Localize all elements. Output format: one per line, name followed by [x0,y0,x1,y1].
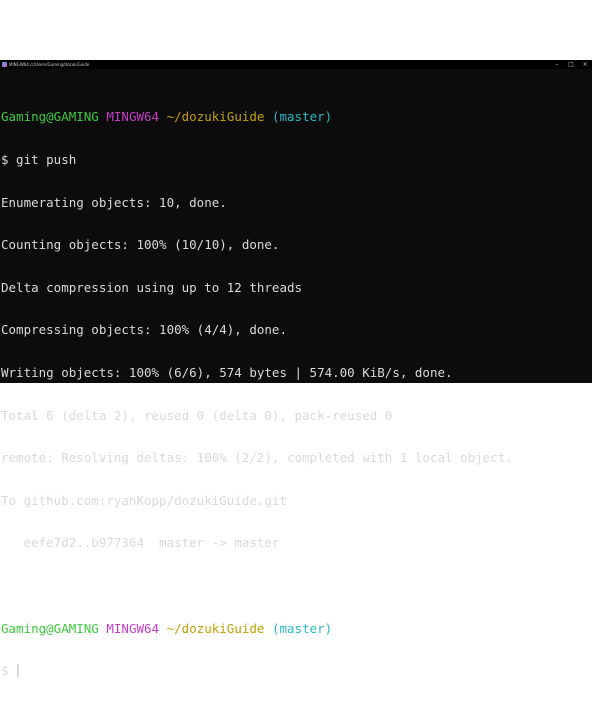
output-line: Writing objects: 100% (6/6), 574 bytes |… [1,364,453,380]
prompt-env: MINGW64 [106,620,160,636]
input-prompt: $ [1,663,17,679]
prompt-path: ~/dozukiGuide [166,620,265,636]
output-line: Delta compression using up to 12 threads [1,279,303,295]
prompt-env: MINGW64 [106,109,160,125]
close-icon[interactable] [578,60,592,69]
prompt-branch: (master) [271,109,333,125]
output-line: Enumerating objects: 10, done. [1,194,227,210]
prompt-user-host: Gaming@GAMING [1,620,99,636]
prompt-path: ~/dozukiGuide [166,109,265,125]
command-line: $ git push [1,152,77,167]
window-title: MINGW64:/c/Users/Gaming/dozukiGuide [9,62,90,67]
window-controls [550,60,592,69]
input-line[interactable]: $ [1,664,591,678]
prompt-line: Gaming@GAMING MINGW64 ~/dozukiGuide (mas… [1,110,591,124]
text-cursor [17,664,19,678]
output-line: eefe7d2..b977364 master -> master [1,535,280,551]
prompt-branch: (master) [271,620,333,636]
maximize-icon[interactable] [564,60,578,69]
minimize-icon[interactable] [550,60,564,69]
title-bar[interactable]: MINGW64:/c/Users/Gaming/dozukiGuide [0,60,592,69]
output-line: To github.com:ryanKopp/dozukiGuide.git [1,492,287,508]
terminal-window: MINGW64:/c/Users/Gaming/dozukiGuide Gami… [0,60,592,678]
output-line: remote: Resolving deltas: 100% (2/2), co… [1,450,513,466]
output-line: Counting objects: 100% (10/10), done. [1,237,280,253]
output-line: Total 6 (delta 2), reused 0 (delta 0), p… [1,407,393,423]
prompt-user-host: Gaming@GAMING [1,109,99,125]
prompt-line: Gaming@GAMING MINGW64 ~/dozukiGuide (mas… [1,620,591,636]
output-line: Compressing objects: 100% (4/4), done. [1,322,287,338]
mingw-app-icon [2,62,7,67]
terminal-output[interactable]: Gaming@GAMING MINGW64 ~/dozukiGuide (mas… [1,82,591,678]
